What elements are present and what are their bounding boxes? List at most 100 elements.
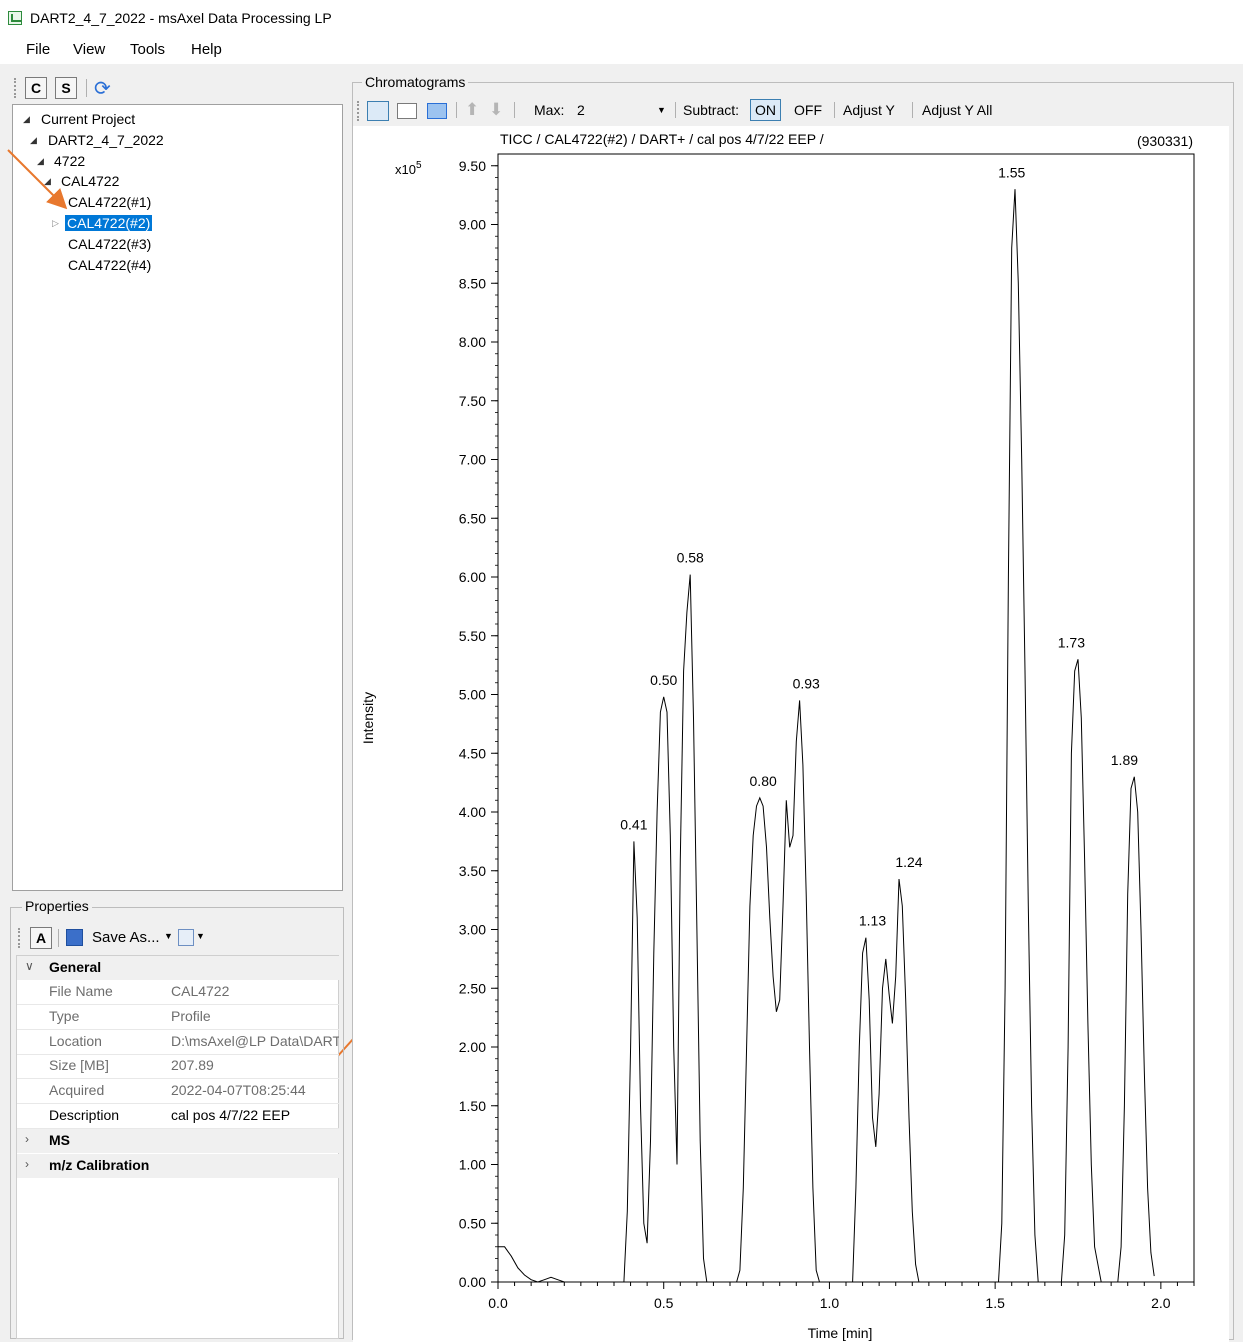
category-ms[interactable]: › MS bbox=[17, 1129, 339, 1153]
max-label: Max: bbox=[534, 102, 565, 118]
peak-label: 1.89 bbox=[1111, 752, 1138, 768]
layout-single-icon[interactable] bbox=[397, 103, 417, 119]
y-tick-label: 5.00 bbox=[459, 687, 486, 703]
subtract-off-button[interactable]: OFF bbox=[794, 102, 822, 118]
property-value: cal pos 4/7/22 EEP bbox=[171, 1107, 291, 1123]
y-tick-label: 2.50 bbox=[459, 980, 486, 996]
chart-title: TICC / CAL4722(#2) / DART+ / cal pos 4/7… bbox=[500, 131, 824, 147]
properties-header: Properties bbox=[22, 898, 92, 914]
x-tick-label: 1.5 bbox=[985, 1295, 1005, 1311]
peak-label: 0.58 bbox=[677, 550, 704, 566]
y-tick-label: 4.00 bbox=[459, 804, 486, 820]
toolbar-separator bbox=[514, 102, 515, 118]
property-value: Profile bbox=[171, 1008, 211, 1024]
chromatogram-chart[interactable]: TICC / CAL4722(#2) / DART+ / cal pos 4/7… bbox=[352, 126, 1232, 1342]
save-icon bbox=[66, 929, 83, 946]
x-axis-label: Time [min] bbox=[808, 1325, 873, 1341]
adjust-y-button[interactable]: Adjust Y bbox=[843, 102, 895, 118]
subtract-on-button[interactable]: ON bbox=[750, 99, 781, 121]
property-grid: ∨ General File Name CAL4722 Type Profile… bbox=[16, 955, 339, 1339]
y-tick-label: 6.50 bbox=[459, 510, 486, 526]
chromatogram-toolbar: ⬆ ⬇ Max: 2 ▼ Subtract: ON OFF Adjust Y A… bbox=[357, 98, 1227, 124]
toolbar-separator bbox=[675, 102, 676, 118]
y-tick-label: 1.00 bbox=[459, 1157, 486, 1173]
category-label: m/z Calibration bbox=[49, 1157, 150, 1173]
property-name: Type bbox=[49, 1008, 80, 1024]
arrow-up-icon[interactable]: ⬆ bbox=[465, 100, 479, 120]
layout-stacked-icon[interactable] bbox=[367, 101, 389, 121]
chevron-right-icon[interactable]: › bbox=[25, 1157, 29, 1171]
toolbar-separator bbox=[834, 102, 835, 118]
save-as-button[interactable]: Save As... bbox=[92, 929, 160, 946]
x-tick-label: 1.0 bbox=[820, 1295, 840, 1311]
property-value: CAL4722 bbox=[171, 983, 230, 999]
y-tick-label: 4.50 bbox=[459, 745, 486, 761]
y-tick-label: 5.50 bbox=[459, 628, 486, 644]
y-tick-label: 1.50 bbox=[459, 1098, 486, 1114]
y-tick-label: 0.00 bbox=[459, 1274, 486, 1290]
y-tick-label: 8.50 bbox=[459, 275, 486, 291]
x-tick-label: 0.5 bbox=[654, 1295, 674, 1311]
peak-label: 1.73 bbox=[1058, 634, 1085, 650]
chevron-down-icon[interactable]: ▼ bbox=[164, 931, 173, 941]
property-name: File Name bbox=[49, 983, 113, 999]
y-tick-label: 9.50 bbox=[459, 158, 486, 174]
y-axis-label: Intensity bbox=[360, 692, 376, 744]
y-tick-label: 8.00 bbox=[459, 334, 486, 350]
y-tick-label: 7.00 bbox=[459, 452, 486, 468]
alphabetical-button[interactable]: A bbox=[30, 927, 52, 949]
y-tick-label: 0.50 bbox=[459, 1215, 486, 1231]
property-name: Description bbox=[49, 1107, 120, 1123]
peak-label: 0.41 bbox=[620, 816, 647, 832]
property-name: Size [MB] bbox=[49, 1057, 109, 1073]
property-row[interactable]: Type Profile bbox=[17, 1005, 339, 1030]
adjust-y-all-button[interactable]: Adjust Y All bbox=[922, 102, 992, 118]
y-tick-label: 6.00 bbox=[459, 569, 486, 585]
property-name: Location bbox=[49, 1033, 102, 1049]
y-tick-label: 9.00 bbox=[459, 217, 486, 233]
category-label: MS bbox=[49, 1132, 70, 1148]
y-tick-label: 7.50 bbox=[459, 393, 486, 409]
chevron-down-icon[interactable]: ▼ bbox=[657, 105, 666, 115]
x-tick-label: 0.0 bbox=[488, 1295, 508, 1311]
property-row[interactable]: Acquired 2022-04-07T08:25:44 bbox=[17, 1079, 339, 1104]
toolbar-separator bbox=[58, 929, 59, 947]
property-row[interactable]: Location D:\msAxel@LP Data\DART2_4_7_202… bbox=[17, 1030, 339, 1055]
y-tick-label: 2.00 bbox=[459, 1039, 486, 1055]
peak-label: 1.55 bbox=[998, 164, 1025, 180]
toolbar-grip bbox=[357, 101, 362, 121]
chevron-right-icon[interactable]: › bbox=[25, 1132, 29, 1146]
max-intensity-label: (930331) bbox=[1137, 133, 1193, 149]
property-value: D:\msAxel@LP Data\DART2_4_7_2022 bbox=[171, 1033, 339, 1049]
property-row[interactable]: File Name CAL4722 bbox=[17, 980, 339, 1005]
properties-toolbar: A Save As... ▼ ▼ bbox=[18, 925, 338, 951]
toolbar-separator bbox=[912, 102, 913, 118]
toolbar-grip bbox=[18, 928, 23, 948]
y-tick-label: 3.50 bbox=[459, 863, 486, 879]
y-tick-label: 3.00 bbox=[459, 922, 486, 938]
subtract-label: Subtract: bbox=[683, 102, 740, 118]
category-label: General bbox=[49, 959, 102, 975]
peak-label: 0.50 bbox=[650, 672, 677, 688]
category-general[interactable]: ∨ General bbox=[17, 956, 339, 980]
chromatograms-header: Chromatograms bbox=[362, 74, 469, 90]
layout-table-icon[interactable] bbox=[427, 103, 447, 119]
property-row[interactable]: Size [MB] 207.89 bbox=[17, 1054, 339, 1079]
copy-icon[interactable] bbox=[178, 929, 194, 946]
category-mz-calibration[interactable]: › m/z Calibration bbox=[17, 1154, 339, 1178]
peak-label: 0.80 bbox=[750, 773, 777, 789]
toolbar-separator bbox=[456, 102, 457, 118]
peak-label: 1.13 bbox=[859, 913, 886, 929]
chevron-down-icon[interactable]: ∨ bbox=[25, 959, 34, 973]
annotation-arrow bbox=[7, 149, 68, 210]
property-row[interactable]: Description cal pos 4/7/22 EEP bbox=[17, 1104, 339, 1129]
property-name: Acquired bbox=[49, 1082, 105, 1098]
peak-label: 1.24 bbox=[895, 854, 922, 870]
property-value: 2022-04-07T08:25:44 bbox=[171, 1082, 306, 1098]
peak-label: 0.93 bbox=[793, 675, 820, 691]
x-tick-label: 2.0 bbox=[1151, 1295, 1171, 1311]
property-value: 207.89 bbox=[171, 1057, 214, 1073]
chevron-down-icon[interactable]: ▼ bbox=[196, 931, 205, 941]
max-value[interactable]: 2 bbox=[577, 102, 585, 118]
arrow-down-icon[interactable]: ⬇ bbox=[489, 100, 503, 120]
